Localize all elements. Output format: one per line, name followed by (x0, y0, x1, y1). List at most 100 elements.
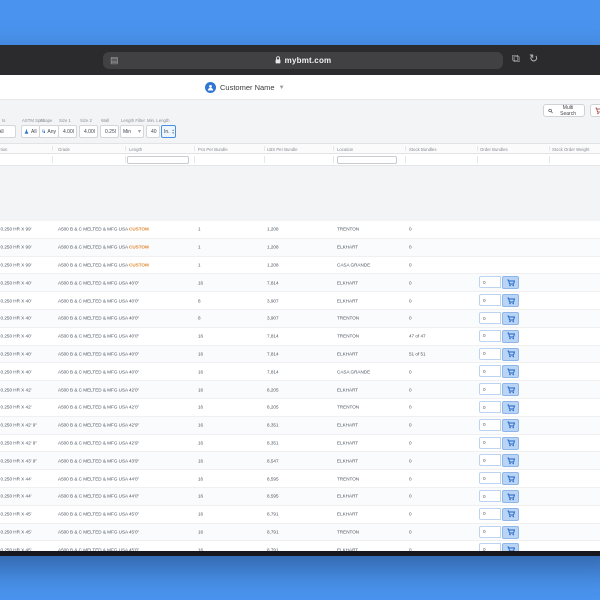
cell-description: 0.250 HR X 42' 9" (1, 423, 37, 428)
cell-location: ELKHART (337, 458, 358, 463)
order-qty-input[interactable] (479, 276, 501, 288)
cell-description: 0.250 HR X 45' (1, 512, 32, 517)
cell-stock-bundles: 0 (409, 298, 412, 303)
cell-lbs-per-bundle: 8,205 (267, 405, 279, 410)
add-to-cart-button[interactable] (502, 312, 519, 325)
min-length-unit-stepper[interactable]: In. ▲▼ (161, 125, 176, 138)
cart-icon (507, 350, 515, 358)
table-row: 0.250 HR X 42'A500 B & C MELTED & MFG US… (0, 381, 600, 399)
cell-location: ELKHART (337, 298, 358, 303)
reload-icon[interactable]: ↻ (529, 53, 538, 66)
cell-grade: A500 B & C MELTED & MFG USA (58, 458, 128, 463)
order-qty-input[interactable] (479, 454, 501, 466)
cell-grade: A500 B & C MELTED & MFG USA (58, 529, 128, 534)
column-header-stock-order-weight[interactable]: Stock Order Weight (552, 147, 589, 152)
column-header-stock-bundles[interactable]: Stock Bundles (409, 147, 436, 152)
order-qty-input[interactable] (479, 330, 501, 342)
column-header-tion[interactable]: tion (1, 147, 8, 152)
min-length-input[interactable] (149, 129, 157, 135)
order-qty-input[interactable] (479, 472, 501, 484)
order-qty-input[interactable] (479, 365, 501, 377)
cell-stock-bundles: 0 (409, 512, 412, 517)
add-to-cart-button[interactable] (502, 508, 519, 521)
order-qty-input[interactable] (479, 401, 501, 413)
cell-length: CUSTOM (129, 262, 149, 267)
chevron-down-icon: ▾ (138, 128, 141, 135)
multi-search-button[interactable]: Multi Search (543, 104, 585, 117)
column-header-pcs-per-bundle[interactable]: Pcs Per Bundle (198, 147, 228, 152)
cell-stock-bundles: 0 (409, 423, 412, 428)
add-to-cart-button[interactable] (502, 472, 519, 485)
customer-menu[interactable]: Customer Name ▼ (205, 81, 285, 94)
wall-field-wrap (100, 125, 119, 138)
wall-input[interactable] (103, 129, 116, 135)
cell-grade: A500 B & C MELTED & MFG USA (58, 316, 128, 321)
stepper-arrows-icon[interactable]: ▲▼ (172, 129, 175, 135)
column-separator (264, 146, 265, 151)
unit-label: In. (164, 129, 170, 135)
cart-button[interactable]: 0 (590, 104, 600, 117)
cell-description: 0.250 HR X 42' 9" (1, 440, 37, 445)
order-qty-input[interactable] (479, 437, 501, 449)
order-qty-input[interactable] (479, 490, 501, 502)
length-column-filter-input[interactable] (127, 156, 189, 164)
cell-stock-bundles: 0 (409, 227, 412, 232)
length-filter-select[interactable]: Min ▾ (120, 125, 144, 138)
order-qty-input[interactable] (479, 419, 501, 431)
cell-stock-bundles: 0 (409, 316, 412, 321)
location-column-filter-input[interactable] (337, 156, 397, 164)
cell-pcs-per-bundle: 16 (198, 334, 203, 339)
column-header-location[interactable]: Location (337, 147, 353, 152)
cell-lbs-per-bundle: 8,351 (267, 423, 279, 428)
cell-pcs-per-bundle: 16 (198, 440, 203, 445)
size1-field-wrap (58, 125, 77, 138)
cell-lbs-per-bundle: 8,351 (267, 440, 279, 445)
order-qty-input[interactable] (479, 383, 501, 395)
add-to-cart-button[interactable] (502, 365, 519, 378)
order-qty-input[interactable] (479, 294, 501, 306)
cell-grade: A500 B & C MELTED & MFG USA (58, 334, 128, 339)
add-to-cart-button[interactable] (502, 276, 519, 289)
add-to-cart-button[interactable] (502, 383, 519, 396)
cart-icon (507, 439, 515, 447)
table-row: 0.250 HR X 45'A500 B & C MELTED & MFG US… (0, 524, 600, 542)
cell-pcs-per-bundle: 16 (198, 387, 203, 392)
shape-filter-dropdown[interactable]: Any (39, 125, 59, 138)
cart-icon (507, 404, 515, 412)
column-separator (52, 156, 53, 163)
order-qty-input[interactable] (479, 508, 501, 520)
cell-lbs-per-bundle: 7,814 (267, 369, 279, 374)
cell-lbs-per-bundle: 1,208 (267, 245, 279, 250)
add-to-cart-button[interactable] (502, 294, 519, 307)
add-to-cart-button[interactable] (502, 526, 519, 539)
add-to-cart-button[interactable] (502, 454, 519, 467)
add-to-cart-button[interactable] (502, 490, 519, 503)
order-bundles-control (479, 348, 519, 361)
order-qty-input[interactable] (479, 526, 501, 538)
cell-description: 0.250 HR X 40' (1, 280, 32, 285)
cell-stock-bundles: 0 (409, 494, 412, 499)
order-qty-input[interactable] (479, 312, 501, 324)
column-header-length[interactable]: Length (129, 147, 142, 152)
column-header-lbs-per-bundle[interactable]: LBS Per Bundle (267, 147, 298, 152)
cell-location: ELKHART (337, 351, 358, 356)
column-separator (477, 156, 478, 163)
add-to-cart-button[interactable] (502, 437, 519, 450)
column-header-grade[interactable]: Grade (58, 147, 70, 152)
size1-input[interactable] (61, 129, 74, 135)
astm-spec-filter-dropdown[interactable]: All (21, 125, 40, 138)
products-filter-dropdown[interactable]: All (0, 125, 16, 138)
add-to-cart-button[interactable] (502, 330, 519, 343)
reader-mode-icon[interactable]: ▤ (110, 55, 119, 65)
size2-input[interactable] (82, 129, 95, 135)
add-to-cart-button[interactable] (502, 401, 519, 414)
order-qty-input[interactable] (479, 348, 501, 360)
url-bar[interactable]: ▤ mybmt.com (103, 52, 503, 69)
cell-grade: A500 B & C MELTED & MFG USA (58, 227, 128, 232)
add-to-cart-button[interactable] (502, 348, 519, 361)
tab-overview-icon[interactable]: ⧉ (512, 53, 520, 66)
cell-stock-bundles: 0 (409, 458, 412, 463)
column-header-order-bundles[interactable]: Order Bundles (480, 147, 508, 152)
cart-icon (507, 279, 515, 287)
add-to-cart-button[interactable] (502, 419, 519, 432)
